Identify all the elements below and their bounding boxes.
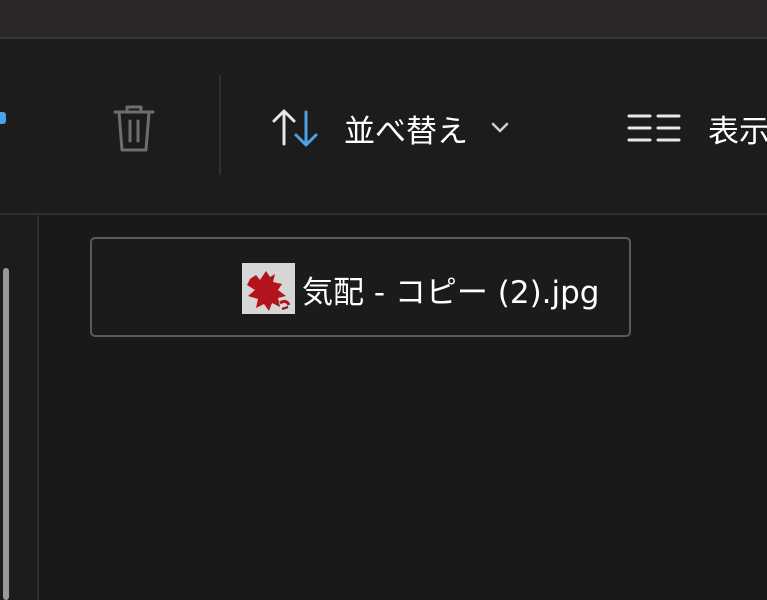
file-name: 気配 - コピー (2).jpg (302, 275, 600, 311)
navigation-scrollbar[interactable] (3, 268, 9, 600)
view-button[interactable]: 表示 (626, 98, 767, 158)
sort-arrows-icon (272, 109, 318, 147)
title-bar (0, 0, 767, 37)
trash-icon (113, 105, 155, 152)
image-thumbnail (242, 263, 295, 314)
toolbar-separator (219, 75, 221, 175)
partial-accent-icon[interactable] (0, 112, 6, 124)
view-list-icon (627, 114, 681, 142)
view-label: 表示 (708, 113, 767, 150)
sort-label: 並べ替え (344, 113, 468, 150)
sort-button[interactable]: 並べ替え (268, 98, 510, 158)
file-item[interactable]: 気配 - コピー (2).jpg (90, 237, 631, 337)
delete-button[interactable] (98, 88, 170, 168)
chevron-down-icon (490, 121, 510, 135)
